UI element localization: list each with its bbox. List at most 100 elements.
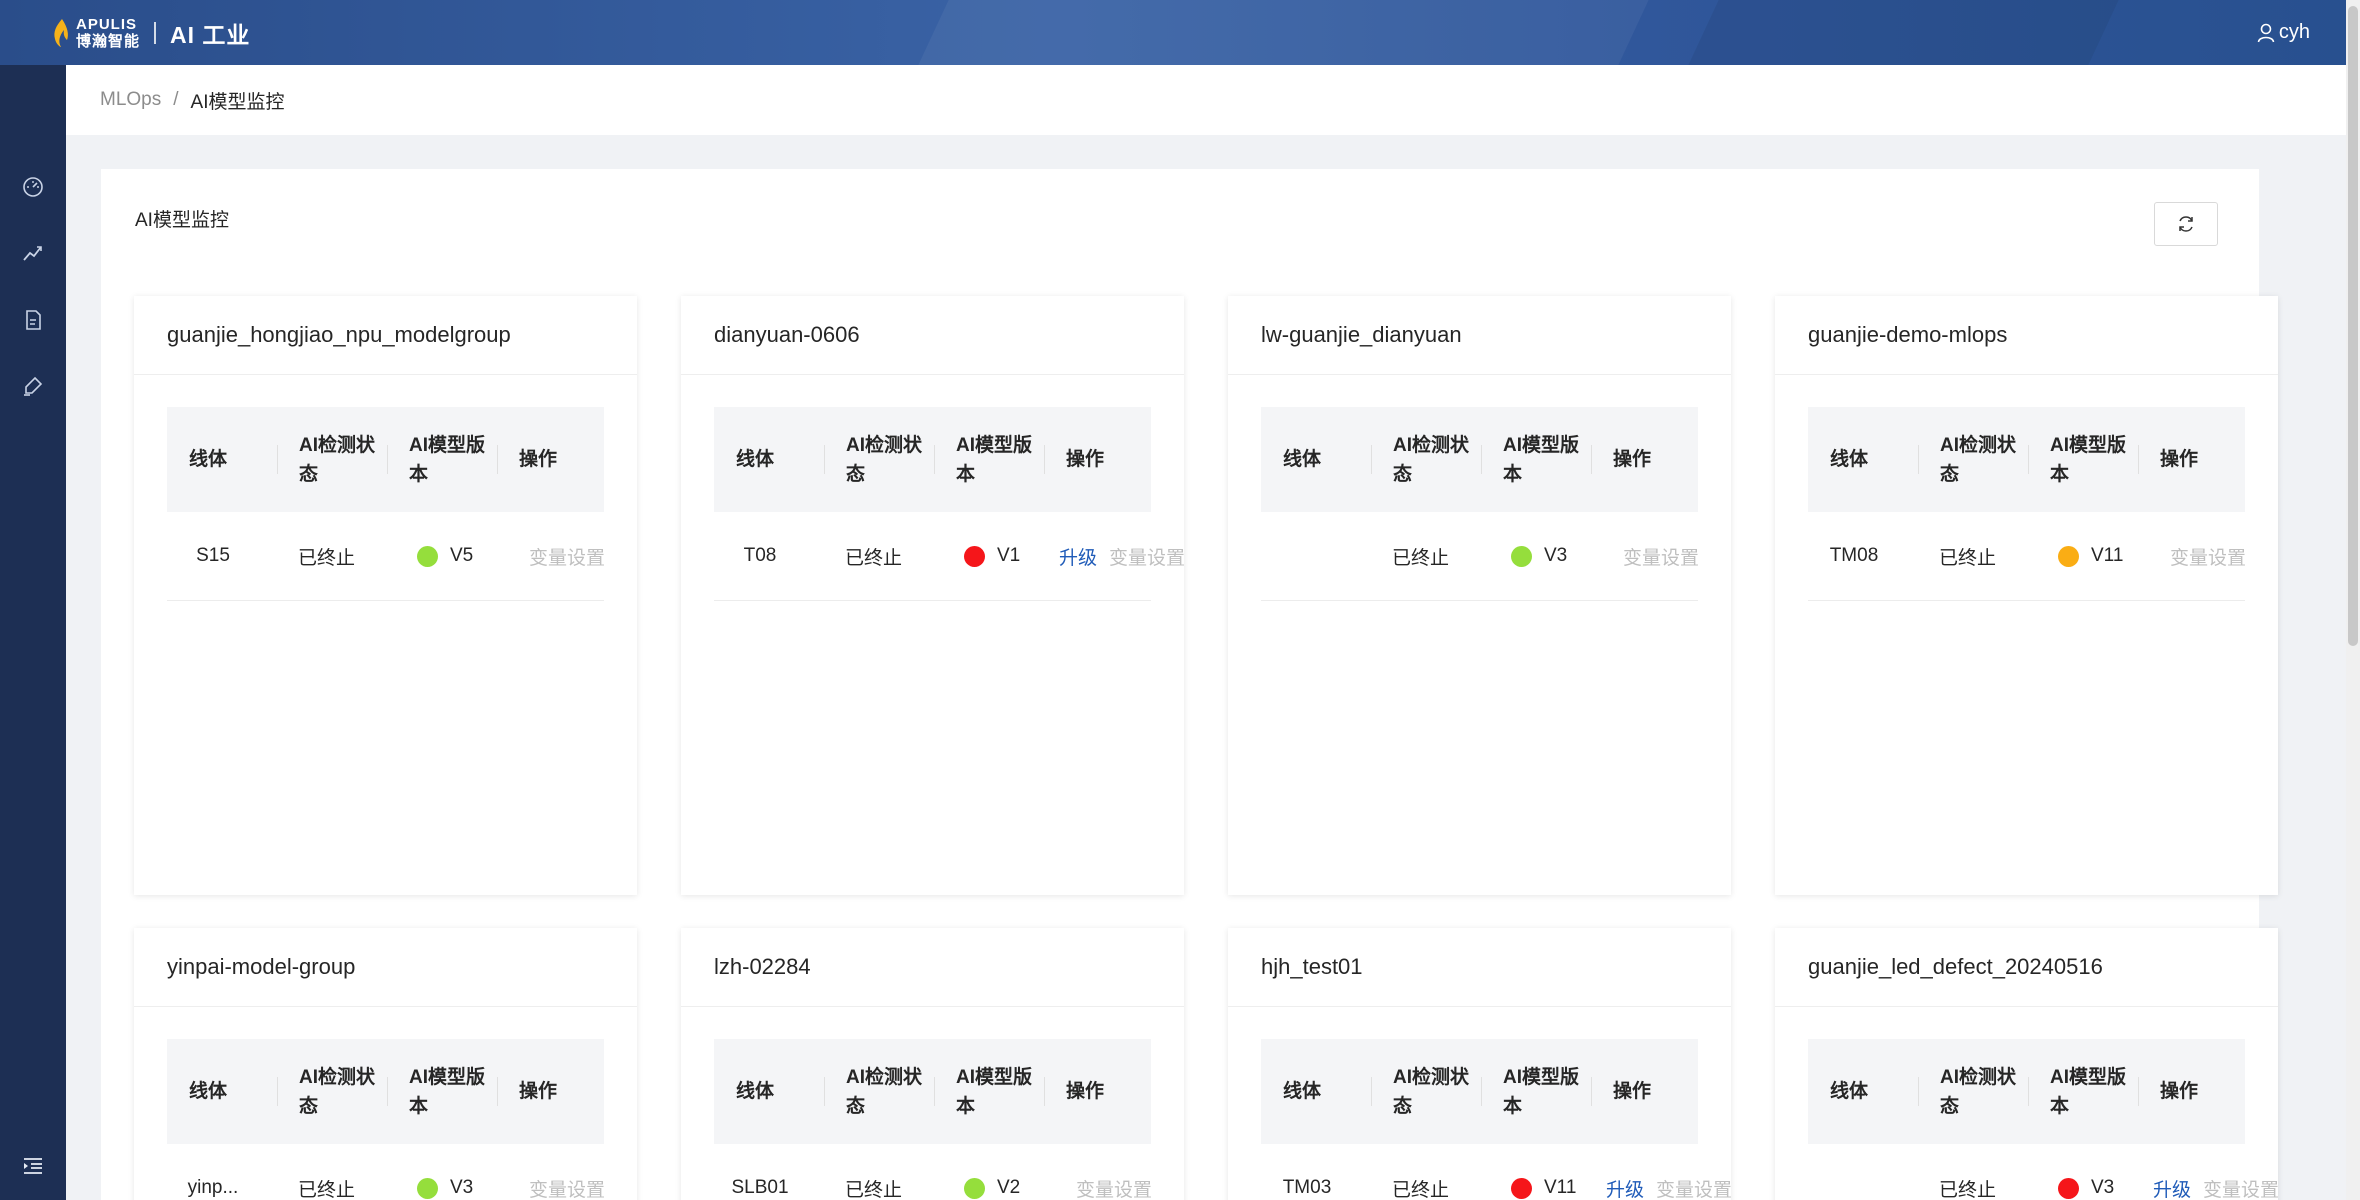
user-name: cyh (2278, 21, 2310, 43)
header-line: 线体 (736, 1081, 775, 1102)
header-action: 操作 (1044, 1039, 1151, 1144)
document-icon[interactable] (20, 307, 46, 333)
sidebar (0, 65, 66, 1200)
table-row: 已终止 V3 变量设置 (1261, 512, 1699, 601)
variable-setting-link[interactable]: 变量设置 (1623, 543, 1699, 570)
variable-setting-link[interactable]: 变量设置 (529, 1175, 605, 1200)
line-cell: yinp... (187, 1177, 239, 1198)
header-version: AI模型版本 (2028, 407, 2138, 512)
action-cell: 变量设置 (1059, 1144, 1152, 1200)
action-cell: 变量设置 (1606, 512, 1699, 600)
header-line: 线体 (189, 1081, 228, 1102)
trend-icon[interactable] (20, 240, 46, 266)
header-line: 线体 (1283, 449, 1322, 470)
header-version: AI模型版本 (387, 407, 497, 512)
line-table: 线体 AI检测状态 AI模型版本 操作 T08 已终止 V1 升级 变量设置 (714, 407, 1185, 601)
header-line: 线体 (1830, 449, 1869, 470)
upgrade-link[interactable]: 升级 (1606, 1175, 1644, 1200)
status-dot-icon (417, 545, 438, 567)
variable-setting-link[interactable]: 变量设置 (2203, 1175, 2279, 1200)
line-table: 线体 AI检测状态 AI模型版本 操作 TM08 已终止 V11 变量设置 (1808, 407, 2246, 601)
status-cell: 已终止 (1939, 547, 1997, 569)
status-cell: 已终止 (845, 547, 903, 569)
table-header: 线体 AI检测状态 AI模型版本 操作 (1808, 1039, 2245, 1144)
logo[interactable]: APULIS 博瀚智能 (52, 13, 140, 53)
dashboard-icon[interactable] (20, 174, 46, 200)
logo-english: APULIS (76, 15, 138, 33)
page-scrollbar[interactable] (2346, 0, 2360, 1200)
top-header: APULIS 博瀚智能 AI 工业 cyh (0, 0, 2346, 65)
line-cell: TM08 (1829, 545, 1879, 566)
card-title: guanjie_hongjiao_npu_modelgroup (134, 296, 637, 375)
line-cell: TM03 (1282, 1177, 1332, 1198)
breadcrumb-mlops[interactable]: MLOps (100, 89, 161, 111)
version-cell: V3 (387, 1144, 512, 1200)
scrollbar-thumb[interactable] (2348, 6, 2358, 646)
brush-icon[interactable] (20, 373, 46, 399)
header-version: AI模型版本 (934, 1039, 1044, 1144)
line-cell (1261, 512, 1353, 600)
status-cell: 已终止 (298, 547, 356, 569)
header-version: AI模型版本 (1481, 1039, 1591, 1144)
card-title: yinpai-model-group (134, 928, 637, 1007)
line-table: 线体 AI检测状态 AI模型版本 操作 SLB01 已终止 V2 变量设置 (714, 1039, 1152, 1200)
header-version: AI模型版本 (387, 1039, 497, 1144)
header-status: AI检测状态 (824, 1039, 934, 1144)
version-cell: V3 (2028, 1144, 2153, 1200)
line-table: 线体 AI检测状态 AI模型版本 操作 yinp... 已终止 V3 变量设置 (167, 1039, 605, 1200)
table-row: 已终止 V3 升级 变量设置 (1808, 1144, 2279, 1200)
action-cell: 变量设置 (2153, 512, 2246, 600)
status-cell: 已终止 (1392, 547, 1450, 569)
status-dot-icon (964, 1177, 985, 1199)
version-cell: V11 (1481, 1144, 1606, 1200)
card-title: guanjie-demo-mlops (1775, 296, 2278, 375)
model-group-card: guanjie-demo-mlops 线体 AI检测状态 AI模型版本 操作 TM08 已终… (1775, 296, 2278, 895)
menu-fold-icon[interactable] (20, 1153, 46, 1179)
variable-setting-link[interactable]: 变量设置 (1076, 1175, 1152, 1200)
upgrade-link[interactable]: 升级 (2153, 1175, 2191, 1200)
upgrade-link[interactable]: 升级 (1059, 543, 1097, 570)
status-dot-icon (964, 545, 985, 567)
model-group-card: lw-guanjie_dianyuan 线体 AI检测状态 AI模型版本 操作 已终止 V3… (1228, 296, 1731, 895)
status-cell: 已终止 (1939, 1179, 1997, 1200)
version-cell: V1 (934, 512, 1059, 600)
version-cell: V11 (2028, 512, 2153, 600)
version-label: V2 (997, 1177, 1021, 1198)
header-line: 线体 (1283, 1081, 1322, 1102)
variable-setting-link[interactable]: 变量设置 (1109, 543, 1185, 570)
flame-logo-icon (54, 18, 68, 47)
version-label: V5 (450, 545, 474, 566)
line-table: 线体 AI检测状态 AI模型版本 操作已终止 V3 升级 变量设置 (1808, 1039, 2279, 1200)
card-title: guanjie_led_defect_20240516 (1775, 928, 2278, 1007)
table-row: S15 已终止 V5 变量设置 (167, 512, 605, 601)
model-group-card: hjh_test01 线体 AI检测状态 AI模型版本 操作 TM03 已终止 V11 升级 变量… (1228, 928, 1732, 1200)
header-status: AI检测状态 (1918, 1039, 2028, 1144)
action-cell: 升级 变量设置 (1606, 1144, 1732, 1200)
model-group-card: guanjie_hongjiao_npu_modelgroup 线体 AI检测状态 A… (134, 296, 637, 895)
card-title: lzh-02284 (681, 928, 1184, 1007)
user-menu[interactable]: cyh (2257, 0, 2310, 65)
refresh-icon (2179, 216, 2193, 232)
refresh-button[interactable] (2154, 202, 2218, 246)
logo-chinese: 博瀚智能 (76, 32, 141, 50)
card-title: hjh_test01 (1228, 928, 1731, 1007)
table-header: 线体 AI检测状态 AI模型版本 操作 (167, 407, 604, 512)
header-status: AI检测状态 (1918, 407, 2028, 512)
header-version: AI模型版本 (934, 407, 1044, 512)
header-status: AI检测状态 (277, 407, 387, 512)
table-row: TM08 已终止 V11 变量设置 (1808, 512, 2246, 601)
version-label: V3 (2091, 1177, 2115, 1198)
variable-setting-link[interactable]: 变量设置 (1656, 1175, 1732, 1200)
version-label: V11 (1544, 1177, 1577, 1198)
header-action: 操作 (2138, 1039, 2245, 1144)
header-action: 操作 (497, 1039, 604, 1144)
variable-setting-link[interactable]: 变量设置 (529, 543, 605, 570)
table-header: 线体 AI检测状态 AI模型版本 操作 (714, 1039, 1151, 1144)
table-header: 线体 AI检测状态 AI模型版本 操作 (1261, 1039, 1698, 1144)
app-title: AI 工业 (170, 21, 251, 48)
breadcrumb: MLOps / AI模型监控 (66, 65, 2346, 135)
version-cell: V2 (934, 1144, 1059, 1200)
line-table: 线体 AI检测状态 AI模型版本 操作 S15 已终止 V5 变量设置 (167, 407, 605, 601)
variable-setting-link[interactable]: 变量设置 (2170, 543, 2246, 570)
breadcrumb-separator: / (173, 89, 179, 110)
